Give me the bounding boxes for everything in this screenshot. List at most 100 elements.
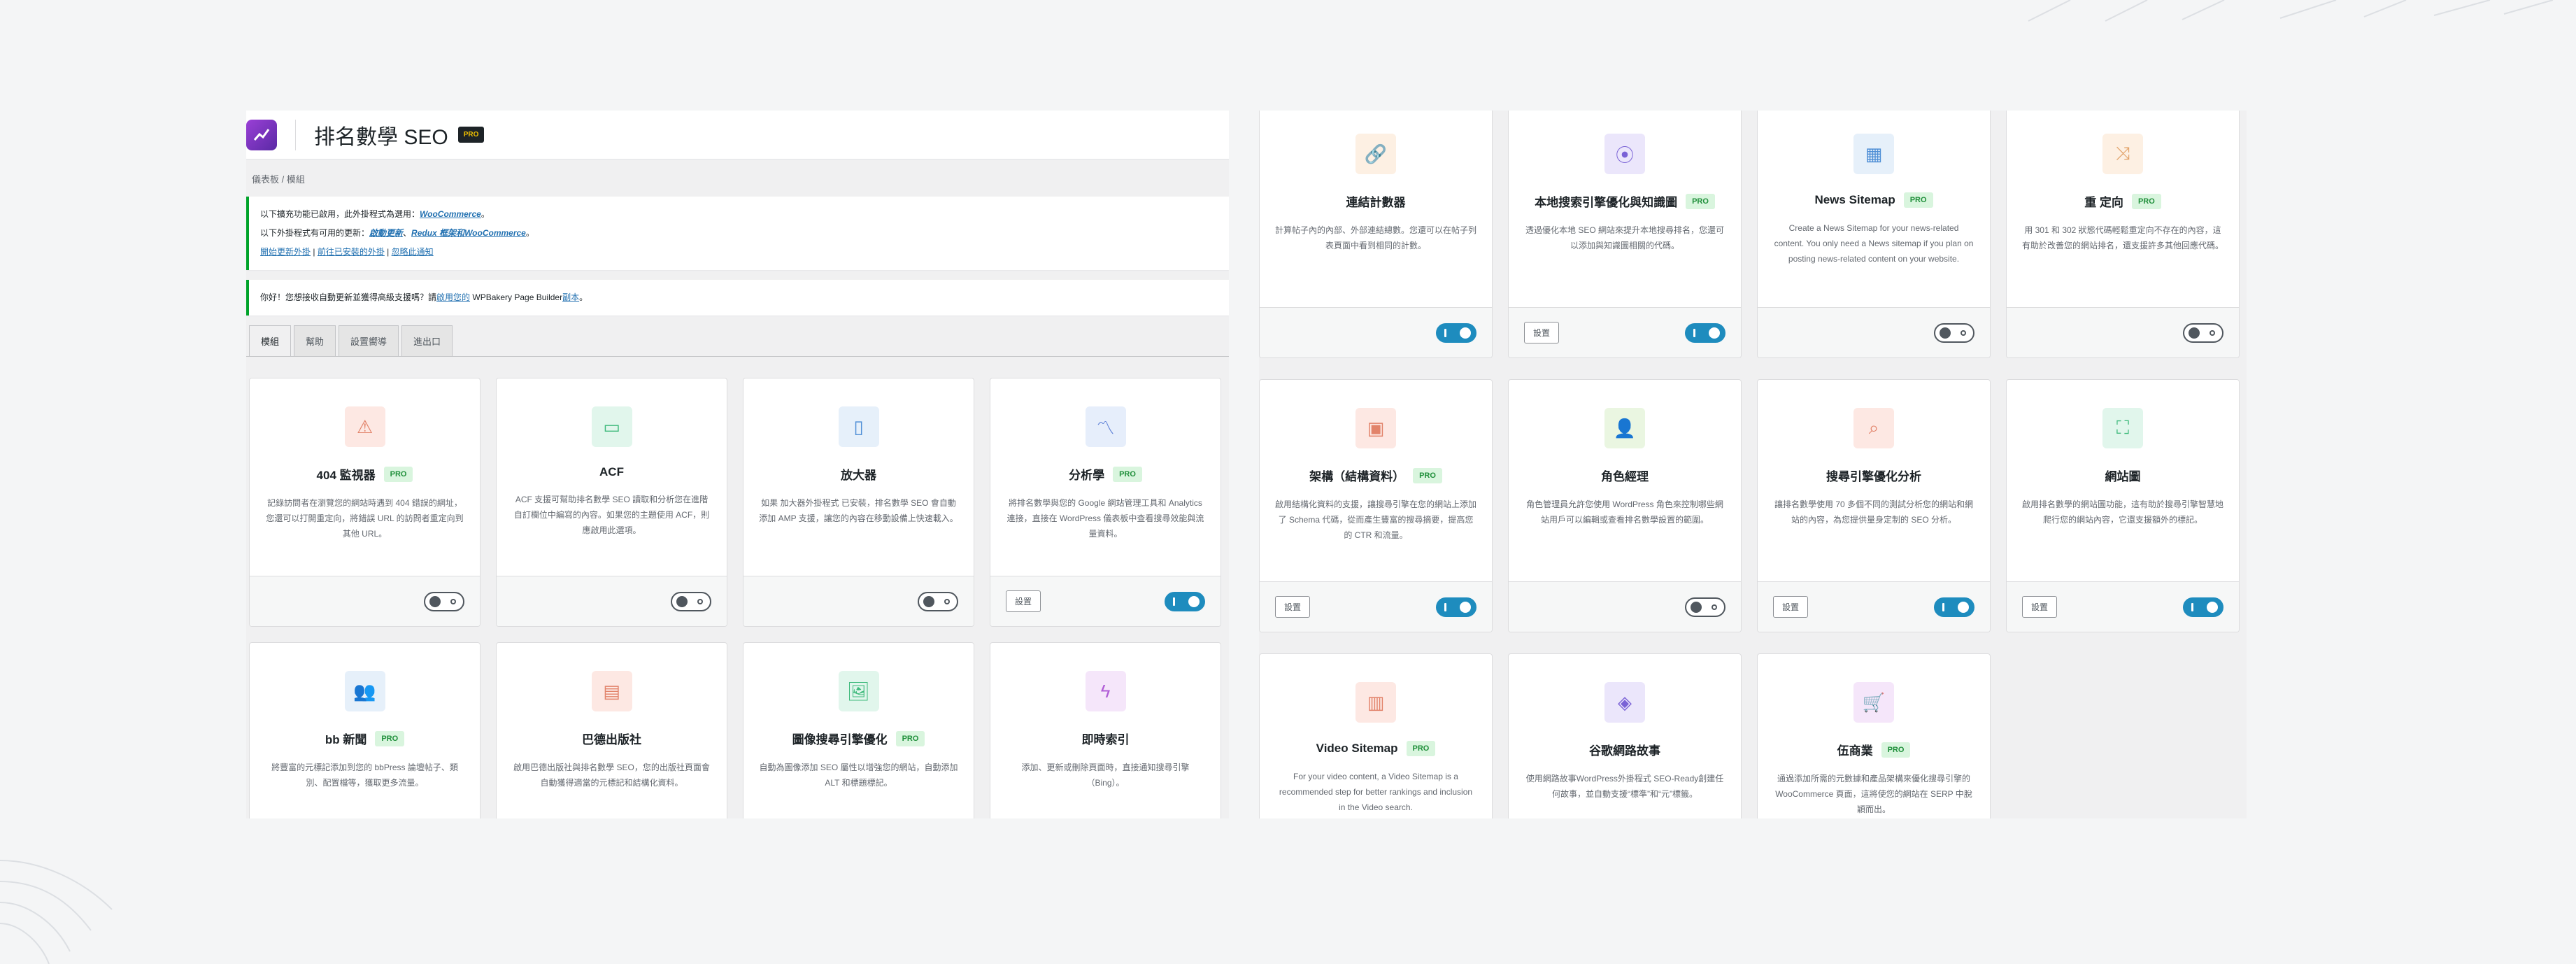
module-toggle[interactable] — [2183, 322, 2223, 343]
toggle-indicator — [1961, 329, 1966, 336]
module-toggle[interactable] — [424, 591, 464, 611]
begin-update-link[interactable]: 開始更新外掛 — [260, 247, 311, 257]
module-tabs: 模組 幫助 設置嚮導 進出口 — [246, 325, 1229, 357]
module-toggle[interactable] — [671, 591, 711, 611]
plugin-title: 排名數學 SEO — [314, 125, 448, 149]
notice-line-2: 以下外掛程式有可用的更新：啟動更新、Redux 框架和WooCommerce。 — [260, 224, 1218, 243]
module-icon: ▦ — [1853, 134, 1894, 174]
module-grid-right: 🔗 連結計數器 計算帖子內的內部、外部連結總數。您還可以在帖子列表頁面中看到相同的計… — [1259, 111, 2247, 818]
toggle-indicator — [1942, 602, 1944, 611]
notice-text: 你好！您想接收自動更新並獲得高級支援嗎？請 — [260, 292, 437, 302]
module-card-body: ϟ 即時索引 添加、更新或刪除頁面時，直接通知搜尋引擎（Bing）。 — [990, 643, 1221, 818]
module-icon: 🖼 — [838, 671, 879, 711]
module-toggle[interactable] — [2183, 597, 2223, 617]
module-icon: ⦿ — [1604, 134, 1645, 174]
module-toggle[interactable] — [1934, 322, 1974, 343]
toggle-knob — [2189, 327, 2200, 339]
settings-button[interactable]: 設置 — [2022, 596, 2058, 618]
module-description: 記錄訪問者在瀏覽您的網站時遇到 404 錯誤的網址，您還可以打開重定向，將錯誤 … — [266, 498, 464, 539]
tab-import-export[interactable]: 進出口 — [401, 325, 453, 356]
module-card-body: ▭ ACF ACF 支援可幫助排名數學 SEO 讀取和分析您在進階自訂欄位中編寫的內… — [497, 378, 727, 576]
dismiss-notice-link[interactable]: 忽略此通知 — [392, 247, 434, 257]
tab-help[interactable]: 幫助 — [294, 325, 336, 356]
toggle-indicator — [2209, 329, 2215, 336]
pro-badge: PRO — [1413, 467, 1442, 483]
module-card-footer: 設置 — [1509, 307, 1741, 357]
module-icon: 👤 — [1604, 408, 1645, 448]
module-toggle[interactable] — [1685, 322, 1725, 343]
pro-badge: PRO — [375, 730, 405, 746]
module-card: ▯ 放大器 如果 加大器外掛程式 已安裝，排名數學 SEO 會自動添加 AMP 支援… — [743, 378, 974, 627]
breadcrumb: 儀表板 / 模組 — [252, 174, 305, 185]
redux-link[interactable]: Redux 框架和 — [411, 228, 464, 238]
toggle-indicator — [1712, 604, 1717, 610]
module-icon: ⚠ — [344, 406, 385, 447]
module-card: ▦ News Sitemap PRO Create a News Sitemap fo… — [1757, 111, 1991, 358]
module-description: ACF 支援可幫助排名數學 SEO 讀取和分析您在進階自訂欄位中編寫的內容。如果… — [513, 495, 710, 535]
module-title-text: 角色經理 — [1601, 470, 1649, 483]
module-title: 網站圖 — [2022, 467, 2223, 484]
module-title-text: 搜尋引擎優化分析 — [1826, 470, 1921, 483]
notice-line-3: 開始更新外掛 | 前往已安裝的外掛 | 忽略此通知 — [260, 247, 434, 257]
settings-button[interactable]: 設置 — [1275, 596, 1311, 618]
toggle-knob — [923, 595, 934, 607]
module-title-text: 即時索引 — [1081, 733, 1130, 746]
module-title-text: 伍商業 — [1837, 744, 1873, 758]
module-title: 重 定向 PRO — [2022, 192, 2223, 210]
module-card: ▤ 巴德出版社 啟用巴德出版社與排名數學 SEO，您的出版社頁面會自動獲得適當的元標… — [496, 642, 727, 818]
module-title-text: 連結計數器 — [1346, 196, 1406, 209]
module-title: 角色經理 — [1524, 467, 1725, 484]
module-card-body: ▥ Video Sitemap PRO For your video content,… — [1260, 654, 1492, 818]
settings-button[interactable]: 設置 — [1006, 590, 1041, 612]
module-title-text: 重 定向 — [2084, 196, 2123, 209]
woocommerce-update-link[interactable]: WooCommerce — [464, 228, 526, 238]
module-title: 放大器 — [759, 465, 958, 483]
module-card-footer: 設置 — [1758, 581, 1990, 632]
module-card-footer — [250, 576, 480, 626]
module-description: Create a News Sitemap for your news-rela… — [1774, 223, 1974, 264]
module-description: 啟用排名數學的網站圖功能，這有助於搜尋引擎智慧地爬行您的網站內容，它還支援額外的… — [2022, 499, 2224, 525]
toggle-knob — [1958, 601, 1969, 613]
copy-link[interactable]: 副本 — [562, 292, 579, 302]
notice-text: WPBakery Page Builder — [470, 292, 563, 302]
tab-modules[interactable]: 模組 — [249, 325, 292, 356]
module-title-text: 巴德出版社 — [582, 733, 641, 746]
module-toggle[interactable] — [1436, 322, 1476, 343]
module-title-text: 架構（結構資料） — [1309, 470, 1405, 483]
module-title-text: News Sitemap — [1814, 193, 1895, 206]
toggle-indicator — [1693, 328, 1695, 337]
module-card: ⛶ 網站圖 啟用排名數學的網站圖功能，這有助於搜尋引擎智慧地爬行您的網站內容，它還支… — [2006, 379, 2240, 632]
module-title: News Sitemap PRO — [1773, 192, 1974, 208]
module-toggle[interactable] — [1685, 597, 1725, 617]
installed-plugins-link[interactable]: 前往已安裝的外掛 — [318, 247, 385, 257]
notice-text: 以下擴充功能已啟用，此外掛程式為選用： — [260, 209, 420, 219]
module-icon: 🛒 — [1853, 682, 1894, 723]
module-card-body: ▣ 架構（結構資料） PRO 啟用結構化資料的支援，讓搜尋引擎在您的網站上添加了 Sc… — [1260, 380, 1492, 581]
update-link[interactable]: 啟動更新 — [369, 228, 403, 238]
module-toggle[interactable] — [1165, 591, 1205, 611]
module-card-footer: 設置 — [990, 576, 1221, 626]
module-title-text: 谷歌網路故事 — [1589, 744, 1660, 758]
module-toggle[interactable] — [1934, 597, 1974, 617]
header-separator — [295, 119, 296, 150]
module-description: 如果 加大器外掛程式 已安裝，排名數學 SEO 會自動添加 AMP 支援，讓您的… — [759, 498, 958, 523]
module-card-body: ▯ 放大器 如果 加大器外掛程式 已安裝，排名數學 SEO 會自動添加 AMP 支援… — [743, 378, 974, 576]
module-card: 🔗 連結計數器 計算帖子內的內部、外部連結總數。您還可以在帖子列表頁面中看到相同的計… — [1259, 111, 1493, 358]
tab-setup-wizard[interactable]: 設置嚮導 — [339, 325, 399, 356]
module-description: 角色管理員允許您使用 WordPress 角色來控制哪些網站用戶可以編輯或查看排… — [1526, 499, 1723, 525]
module-toggle[interactable] — [918, 591, 958, 611]
wpbakery-notice: 你好！您想接收自動更新並獲得高級支援嗎？請啟用您的 WPBakery Page … — [246, 280, 1229, 316]
toggle-knob — [429, 595, 441, 607]
module-card: 👥 bb 新聞 PRO 將豐富的元標記添加到您的 bbPress 論壇帖子、類別、配置… — [249, 642, 481, 818]
notice-line-1: 以下擴充功能已啟用，此外掛程式為選用：WooCommerce。 — [260, 205, 1218, 224]
module-description: 讓排名數學使用 70 多個不同的測試分析您的網站和網站的內容，為您提供量身定制的… — [1774, 499, 1974, 525]
settings-button[interactable]: 設置 — [1773, 596, 1809, 618]
woocommerce-link[interactable]: WooCommerce — [420, 209, 481, 219]
pro-badge: PRO — [1686, 193, 1715, 209]
settings-button[interactable]: 設置 — [1524, 322, 1560, 343]
activate-link[interactable]: 啟用您的 — [436, 292, 470, 302]
module-icon: ⌕ — [1853, 408, 1894, 448]
module-toggle[interactable] — [1436, 597, 1476, 617]
module-card-body: ⌕ 搜尋引擎優化分析讓排名數學使用 70 多個不同的測試分析您的網站和網站的內容，… — [1758, 380, 1990, 581]
module-icon: ◈ — [1604, 682, 1645, 723]
